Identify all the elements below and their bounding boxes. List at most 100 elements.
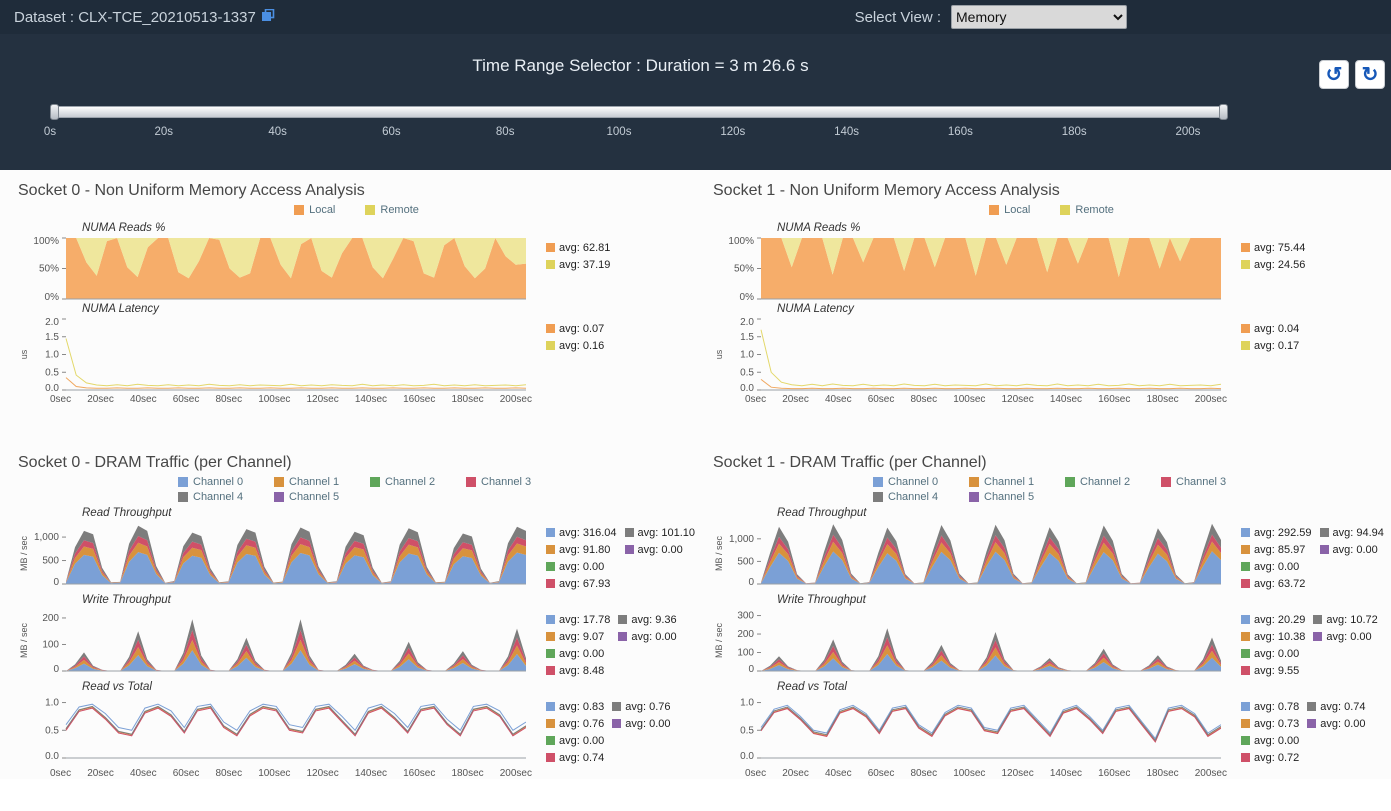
avg-value: avg: 0.04 (1254, 323, 1299, 335)
avg-chip: avg: 62.81 (546, 239, 610, 256)
slider-handle-right[interactable] (1219, 104, 1228, 120)
legend-label: Channel 5 (289, 491, 339, 503)
avg-value: avg: 0.00 (625, 718, 670, 730)
avg-chip: avg: 0.00 (625, 541, 696, 558)
avg-chip: avg: 94.94 (1320, 524, 1384, 541)
series-color-swatch (1241, 702, 1250, 711)
x-tick-label: 20sec (87, 394, 114, 405)
legend-item: Channel 3 (466, 476, 562, 488)
avg-chip: avg: 10.38 (1241, 628, 1305, 645)
x-tick-label: 0sec (50, 394, 71, 405)
legend-item: Channel 1 (274, 476, 370, 488)
series-color-swatch (1241, 649, 1250, 658)
s1-read-vs-total-chart[interactable]: 1.00.50.0 (713, 694, 1221, 760)
avg-chip: avg: 0.00 (612, 715, 670, 732)
s0-numa-latency-chart[interactable]: 2.01.51.00.50.0us (18, 316, 526, 392)
svg-text:MB / sec: MB / sec (714, 536, 724, 572)
s0-write-throughput-chart[interactable]: 2001000MB / sec (18, 607, 526, 673)
time-range-buttons: ↺ ↻ (1319, 60, 1385, 89)
undo-icon: ↺ (1326, 64, 1343, 86)
avg-list-s0-numa-reads: avg: 62.81 avg: 37.19 (546, 239, 610, 273)
x-tick-label: 100sec (258, 394, 290, 405)
series-color-swatch (1307, 719, 1316, 728)
panel-title-socket1-dram: Socket 1 - DRAM Traffic (per Channel) (713, 454, 1390, 472)
series-color-swatch (546, 753, 555, 762)
numa-legend-socket1: Local Remote (713, 204, 1390, 216)
chart-label-write-throughput: Write Throughput (777, 594, 1390, 606)
slider-handle-left[interactable] (50, 104, 59, 120)
x-tick-label: 140sec (355, 768, 387, 779)
s0-read-vs-total-chart[interactable]: 1.00.50.0 (18, 694, 526, 760)
view-select[interactable]: Memory (951, 5, 1127, 29)
chart-label-read-throughput: Read Throughput (82, 507, 695, 519)
x-tick-label: 160sec (1098, 394, 1130, 405)
s1-numa-latency-chart[interactable]: 2.01.51.00.50.0us (713, 316, 1221, 392)
x-tick-label: 180sec (1146, 394, 1178, 405)
series-color-swatch (1241, 736, 1250, 745)
legend-item: Channel 5 (274, 491, 370, 503)
s1-numa-reads-chart[interactable]: 100%50%0% (713, 235, 1221, 301)
series-color-swatch (618, 615, 627, 624)
avg-chip: avg: 0.07 (546, 320, 604, 337)
slider-tick-label: 100s (605, 126, 633, 138)
svg-text:0.5: 0.5 (740, 725, 754, 736)
series-color-swatch (1241, 753, 1250, 762)
series-color-swatch (546, 260, 555, 269)
avg-value: avg: 0.17 (1254, 340, 1299, 352)
avg-chip: avg: 316.04 (546, 524, 617, 541)
chart-label-numa-reads: NUMA Reads % (777, 222, 1390, 234)
legend-item: Channel 1 (969, 476, 1065, 488)
x-tick-label: 120sec (1002, 768, 1034, 779)
legend-label: Channel 0 (888, 476, 938, 488)
legend-item: Channel 4 (178, 491, 274, 503)
svg-text:0.5: 0.5 (740, 367, 754, 378)
avg-value: avg: 316.04 (559, 527, 617, 539)
dataset-label: Dataset : CLX-TCE_20210513-1337 (14, 9, 256, 26)
svg-text:100%: 100% (33, 236, 59, 247)
avg-chip: avg: 0.74 (546, 749, 604, 766)
slider-tick-label: 60s (377, 126, 405, 138)
series-color-swatch (1241, 243, 1250, 252)
s0-numa-reads-chart[interactable]: 100%50%0% (18, 235, 526, 301)
legend-item: Channel 0 (178, 476, 274, 488)
avg-chip: avg: 0.00 (1241, 732, 1299, 749)
x-tick-label: 0sec (50, 768, 71, 779)
svg-text:1.5: 1.5 (45, 332, 59, 343)
s1-write-throughput-chart[interactable]: 3002001000MB / sec (713, 607, 1221, 673)
series-color-swatch (618, 632, 627, 641)
x-tick-label: 0sec (745, 768, 766, 779)
legend-label: Channel 1 (984, 476, 1034, 488)
avg-value: avg: 0.00 (631, 631, 676, 643)
legend-swatch (969, 477, 979, 487)
series-color-swatch (1241, 632, 1250, 641)
x-axis-s0-numa: 0sec20sec40sec60sec80sec100sec120sec140s… (50, 394, 532, 405)
legend-swatch (1060, 205, 1070, 215)
x-tick-label: 20sec (782, 768, 809, 779)
zoom-undo-button[interactable]: ↺ (1319, 60, 1349, 89)
svg-text:1,000: 1,000 (34, 532, 59, 543)
zoom-redo-button[interactable]: ↻ (1355, 60, 1385, 89)
avg-value: avg: 9.07 (559, 631, 604, 643)
avg-value: avg: 0.00 (638, 544, 683, 556)
series-color-swatch (1313, 632, 1322, 641)
series-color-swatch (546, 579, 555, 588)
copy-icon[interactable] (262, 9, 275, 26)
series-color-swatch (546, 562, 555, 571)
avg-value: avg: 0.00 (1320, 718, 1365, 730)
x-tick-label: 140sec (1050, 768, 1082, 779)
avg-chip: avg: 0.73 (1241, 715, 1299, 732)
avg-chip: avg: 0.00 (618, 628, 676, 645)
avg-value: avg: 0.73 (1254, 718, 1299, 730)
avg-chip: avg: 101.10 (625, 524, 696, 541)
series-color-swatch (546, 702, 555, 711)
time-range-slider-track[interactable] (50, 106, 1228, 118)
s0-read-throughput-chart[interactable]: 1,0005000MB / sec (18, 520, 526, 586)
x-tick-label: 80sec (215, 394, 242, 405)
s1-read-throughput-chart[interactable]: 1,0005000MB / sec (713, 520, 1221, 586)
legend-label: Channel 1 (289, 476, 339, 488)
chart-label-read-throughput: Read Throughput (777, 507, 1390, 519)
avg-value: avg: 37.19 (559, 259, 610, 271)
avg-value: avg: 10.72 (1326, 614, 1377, 626)
slider-tick-label: 120s (719, 126, 747, 138)
avg-chip: avg: 0.76 (546, 715, 604, 732)
